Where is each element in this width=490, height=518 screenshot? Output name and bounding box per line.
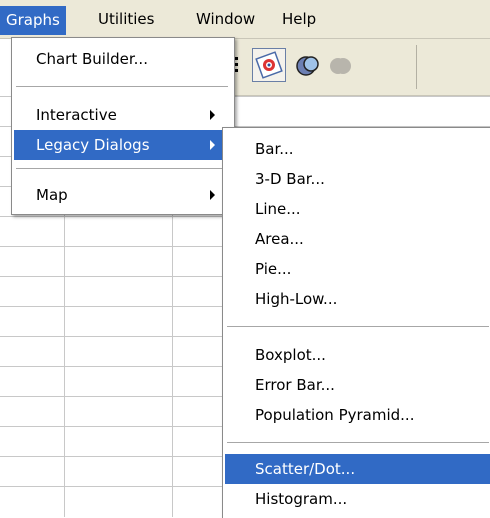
menu-graphs[interactable]: Graphs [0,6,66,35]
menu-item-label: Pie... [255,260,292,278]
menu-item-label: Area... [255,230,304,248]
menu-item-label: Error Bar... [255,376,335,394]
menu-item-line[interactable]: Line... [225,194,490,224]
graphs-menu: Chart Builder... Interactive Legacy Dial… [11,37,235,215]
menu-item-label: Scatter/Dot... [255,460,356,478]
menu-item-label: 3-D Bar... [255,170,325,188]
menu-separator [16,86,228,87]
menu-bar: Graphs Utilities Window Help [0,0,490,39]
menu-item-chart-builder[interactable]: Chart Builder... [14,44,230,74]
menu-item-error-bar[interactable]: Error Bar... [225,370,490,400]
menu-item-label: Line... [255,200,301,218]
menu-window[interactable]: Window [190,8,261,30]
menu-separator [16,168,228,169]
menu-item-3d-bar[interactable]: 3-D Bar... [225,164,490,194]
menu-item-label: Legacy Dialogs [36,136,150,154]
gray-circle-icon [326,53,354,81]
menu-item-area[interactable]: Area... [225,224,490,254]
menu-utilities[interactable]: Utilities [92,8,160,30]
menu-item-label: Boxplot... [255,346,326,364]
menu-item-bar[interactable]: Bar... [225,134,490,164]
menu-item-map[interactable]: Map [14,180,230,210]
submenu-arrow-icon [210,190,215,200]
menu-help[interactable]: Help [276,8,322,30]
menu-item-label: Map [36,186,68,204]
toolbar-separator [416,45,417,89]
menu-item-label: High-Low... [255,290,338,308]
toolbar [232,39,490,96]
menu-item-interactive[interactable]: Interactive [14,100,230,130]
menu-separator [227,326,489,327]
menu-item-label: Population Pyramid... [255,406,415,424]
menu-item-population-pyramid[interactable]: Population Pyramid... [225,400,490,430]
chart-target-icon[interactable] [252,48,286,82]
menu-item-boxplot[interactable]: Boxplot... [225,340,490,370]
menu-item-histogram[interactable]: Histogram... [225,484,490,514]
menu-item-scatter-dot[interactable]: Scatter/Dot... [225,454,490,484]
menu-item-legacy-dialogs[interactable]: Legacy Dialogs [14,130,230,160]
menu-item-label: Interactive [36,106,117,124]
menu-item-label: Chart Builder... [36,50,148,68]
submenu-arrow-icon [210,140,215,150]
menu-separator [227,442,489,443]
scatter-circles-icon[interactable] [294,51,322,79]
legacy-dialogs-submenu: Bar... 3-D Bar... Line... Area... Pie...… [222,127,490,518]
menu-item-label: Bar... [255,140,294,158]
menu-item-pie[interactable]: Pie... [225,254,490,284]
menu-item-label: Histogram... [255,490,348,508]
submenu-arrow-icon [210,110,215,120]
menu-item-high-low[interactable]: High-Low... [225,284,490,314]
